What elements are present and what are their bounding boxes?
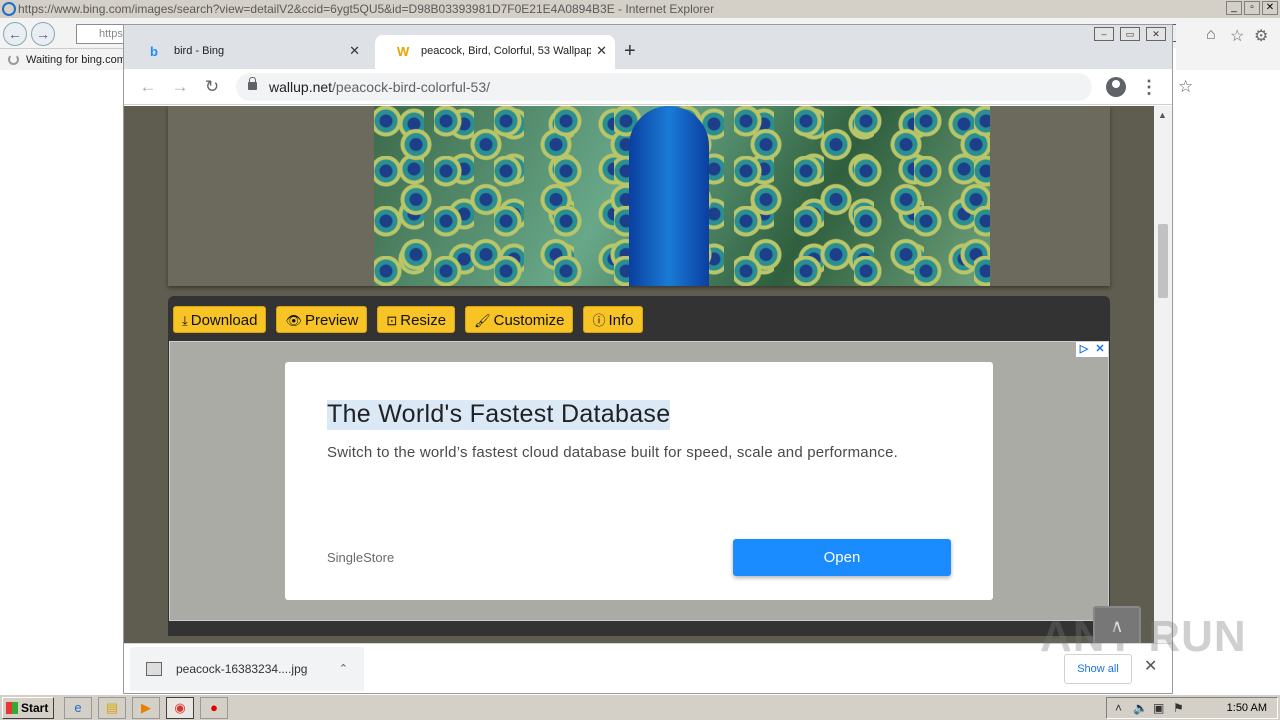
preview-label: Preview [304, 312, 359, 329]
forward-icon[interactable]: → [168, 75, 192, 99]
ie-close-button[interactable]: ✕ [1262, 1, 1278, 15]
ie-favorites-icon[interactable]: ☆ [1230, 26, 1244, 46]
wallup-favicon-icon: W [397, 44, 410, 59]
ad-card[interactable]: The World's Fastest Database Switch to t… [285, 362, 993, 600]
chrome-minimize-button[interactable]: – [1094, 27, 1114, 41]
tab-close-icon[interactable]: ✕ [596, 35, 607, 67]
chrome-menu-icon[interactable]: ⋮ [1140, 75, 1158, 99]
windows-logo-icon [6, 702, 18, 714]
ie-home-icon[interactable]: ⌂ [1206, 26, 1216, 44]
download-button[interactable]: ⤓ Download [173, 306, 267, 333]
tab-close-icon[interactable]: ✕ [349, 35, 360, 67]
start-button[interactable]: Start [2, 697, 54, 719]
chrome-close-button[interactable]: ✕ [1146, 27, 1166, 41]
chrome-window: b bird - Bing ✕ W peacock, Bird, Colorfu… [123, 24, 1193, 694]
ie-status-tab[interactable]: Waiting for bing.com [0, 48, 130, 70]
start-label: Start [21, 701, 49, 715]
download-icon: ⤓ [182, 313, 188, 328]
resize-label: Resize [400, 312, 447, 329]
loading-spinner-icon [8, 54, 19, 65]
reload-icon[interactable]: ↻ [200, 75, 224, 99]
customize-button[interactable]: 🖌 Customize [465, 306, 574, 333]
ie-maximize-button[interactable]: ▫ [1244, 1, 1260, 15]
preview-button[interactable]: 👁 Preview [276, 306, 368, 333]
ad-open-button[interactable]: Open [733, 539, 951, 576]
ad-title: The World's Fastest Database [327, 400, 671, 430]
system-tray: ˄ 🔈 ▣ ⚑ 1:50 AM [1106, 697, 1278, 719]
back-icon[interactable]: ← [136, 75, 160, 99]
info-icon: ⓘ [592, 313, 606, 328]
ie-status-text: Waiting for bing.com [26, 54, 126, 66]
windows-taskbar: Start e ▤ ▶ ◉ ● ˄ 🔈 ▣ ⚑ 1:50 AM [0, 694, 1280, 720]
tab-title: bird - Bing [174, 45, 225, 57]
ie-settings-icon[interactable]: ⚙ [1254, 26, 1268, 46]
bookmark-star-icon[interactable]: ☆ [1178, 73, 1193, 101]
resize-icon: ⊡ [386, 313, 398, 328]
tab-bird-bing[interactable]: b bird - Bing ✕ [128, 35, 368, 69]
address-bar[interactable]: wallup.net/peacock-bird-colorful-53/ ☆ [236, 73, 1193, 101]
peacock-image [374, 106, 990, 286]
explorer-taskbar-icon[interactable]: ▤ [98, 697, 126, 719]
image-panel [168, 106, 1110, 286]
tray-expand-icon[interactable]: ˄ [1115, 698, 1122, 718]
ad-title-text: The World's Fastest Database [327, 400, 671, 430]
bing-favicon-icon: b [150, 44, 158, 59]
chrome-window-controls: – ▭ ✕ [1094, 27, 1166, 41]
chevron-up-icon[interactable]: ⌃ [339, 647, 348, 691]
scrollbar-thumb[interactable] [1158, 224, 1168, 298]
download-item[interactable]: peacock-16383234....jpg ⌃ [130, 647, 364, 691]
chrome-toolbar: ← → ↻ wallup.net/peacock-bird-colorful-5… [124, 69, 1193, 105]
warning-taskbar-icon[interactable]: ● [200, 697, 228, 719]
url-host: wallup.net [269, 79, 333, 95]
download-file-name: peacock-16383234....jpg [176, 662, 308, 676]
ad-brand: SingleStore [327, 550, 395, 565]
new-tab-icon[interactable]: + [624, 39, 636, 63]
scroll-up-icon[interactable]: ▲ [1158, 110, 1167, 120]
customize-label: Customize [493, 312, 565, 329]
download-shelf: peacock-16383234....jpg ⌃ Show all ✕ [124, 643, 1172, 693]
adchoices-icon[interactable]: ▷ [1076, 342, 1092, 357]
tab-peacock-wallpapers[interactable]: W peacock, Bird, Colorful, 53 Wallpapers… [375, 35, 615, 69]
ad-description: Switch to the world’s fastest cloud data… [327, 444, 899, 461]
ie-logo-icon [2, 2, 16, 16]
tab-title: peacock, Bird, Colorful, 53 Wallpapers [421, 45, 591, 57]
info-label: Info [608, 312, 634, 329]
ie-title-bar: https://www.bing.com/images/search?view=… [0, 0, 1280, 18]
download-label: Download [190, 312, 258, 329]
action-buttons: ⤓ Download 👁 Preview ⊡ Resize 🖌 Customize ⓘ I… [173, 306, 643, 333]
volume-icon[interactable]: 🔈 [1133, 698, 1148, 718]
profile-avatar-icon[interactable] [1106, 77, 1126, 97]
info-button[interactable]: ⓘ Info [583, 306, 643, 333]
ie-back-icon[interactable]: ← [3, 22, 27, 46]
ie-window-controls: _ ▫ ✕ [1226, 1, 1278, 15]
ie-forward-icon[interactable]: → [31, 22, 55, 46]
ad-choices: ▷ ✕ [1076, 342, 1108, 357]
page-viewport: ⤓ Download 👁 Preview ⊡ Resize 🖌 Customize ⓘ I… [124, 106, 1154, 643]
paint-roller-icon: 🖌 [474, 313, 491, 328]
tab-strip: b bird - Bing ✕ W peacock, Bird, Colorfu… [124, 25, 1172, 69]
ie-window-title: https://www.bing.com/images/search?view=… [18, 2, 715, 16]
chrome-taskbar-icon[interactable]: ◉ [166, 697, 194, 719]
anyrun-watermark: ANY RUN [1040, 612, 1247, 661]
eye-icon: 👁 [285, 313, 302, 328]
wallpaper-tools-panel: ⤓ Download 👁 Preview ⊡ Resize 🖌 Customize ⓘ I… [168, 296, 1110, 636]
lock-icon [248, 77, 257, 90]
ad-close-icon[interactable]: ✕ [1092, 342, 1108, 357]
ie-taskbar-icon[interactable]: e [64, 697, 92, 719]
ie-tools: ⌂ ☆ ⚙ [1176, 18, 1280, 70]
page-scrollbar[interactable]: ▲ [1154, 106, 1172, 643]
network-icon[interactable]: ▣ [1153, 698, 1164, 718]
media-player-taskbar-icon[interactable]: ▶ [132, 697, 160, 719]
advertisement: ▷ ✕ The World's Fastest Database Switch … [169, 341, 1109, 621]
image-file-icon [146, 662, 162, 676]
flag-icon[interactable]: ⚑ [1173, 698, 1184, 718]
ie-minimize-button[interactable]: _ [1226, 1, 1242, 15]
peacock-neck [629, 106, 709, 286]
resize-button[interactable]: ⊡ Resize [377, 306, 456, 333]
url-path: /peacock-bird-colorful-53/ [332, 79, 491, 95]
chrome-restore-button[interactable]: ▭ [1120, 27, 1140, 41]
clock: 1:50 AM [1226, 702, 1267, 714]
